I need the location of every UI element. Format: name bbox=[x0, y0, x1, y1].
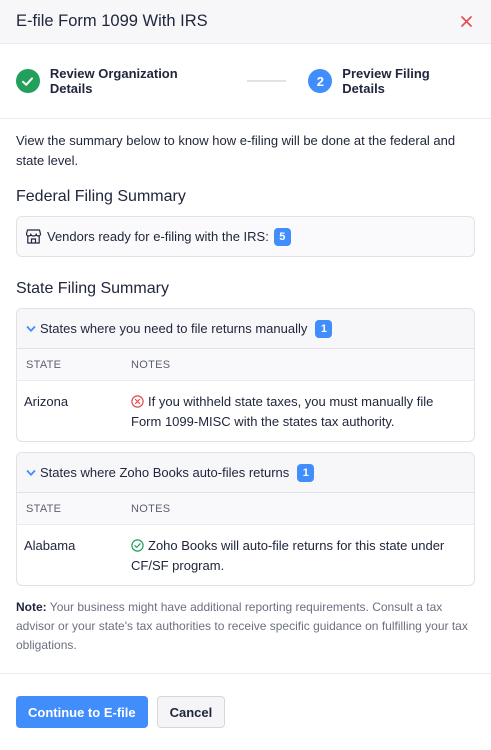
column-header-state: STATE bbox=[26, 502, 62, 515]
manual-states-count-badge: 1 bbox=[315, 319, 333, 338]
vendors-count-badge: 5 bbox=[273, 227, 291, 246]
table-header: STATE NOTES bbox=[17, 493, 474, 525]
chevron-down-icon bbox=[26, 469, 36, 476]
error-circle-icon bbox=[131, 395, 144, 408]
state-cell: Arizona bbox=[24, 394, 69, 409]
step-label: Preview Filing Details bbox=[342, 66, 430, 96]
federal-summary-box: Vendors ready for e-filing with the IRS:… bbox=[16, 216, 475, 257]
progress-stepper: Review Organization Details 2 Preview Fi… bbox=[0, 44, 491, 119]
step-number: 2 bbox=[308, 69, 333, 93]
step-preview-filing[interactable]: 2 Preview Filing Details bbox=[308, 66, 475, 96]
column-header-state: STATE bbox=[26, 358, 62, 371]
modal-title: E-file Form 1099 With IRS bbox=[16, 12, 208, 30]
modal-footer: Continue to E-file Cancel bbox=[0, 673, 491, 750]
continue-efile-button[interactable]: Continue to E-file bbox=[16, 696, 148, 728]
state-summary-title: State Filing Summary bbox=[16, 280, 169, 297]
efile-modal: E-file Form 1099 With IRS Review Organiz… bbox=[0, 0, 491, 750]
intro-text: View the summary below to know how e-fil… bbox=[16, 133, 456, 168]
table-header: STATE NOTES bbox=[17, 349, 474, 381]
step-label: Review Organization Details bbox=[49, 66, 178, 96]
column-header-notes: NOTES bbox=[131, 502, 171, 515]
chevron-down-icon bbox=[26, 325, 36, 332]
auto-states-card: States where Zoho Books auto-files retur… bbox=[16, 452, 475, 586]
step-connector bbox=[246, 80, 287, 82]
check-circle-outline-icon bbox=[131, 539, 144, 552]
step-review-organization[interactable]: Review Organization Details bbox=[16, 66, 223, 96]
manual-states-heading: States where you need to file returns ma… bbox=[40, 321, 308, 336]
note-label: Note: bbox=[16, 600, 47, 614]
note-text: If you withheld state taxes, you must ma… bbox=[131, 394, 434, 429]
state-cell: Alabama bbox=[24, 538, 76, 553]
auto-states-heading: States where Zoho Books auto-files retur… bbox=[40, 465, 290, 480]
modal-header: E-file Form 1099 With IRS bbox=[0, 0, 491, 44]
modal-body: View the summary below to know how e-fil… bbox=[0, 131, 491, 655]
auto-states-count-badge: 1 bbox=[297, 463, 315, 482]
note-text: Zoho Books will auto-file returns for th… bbox=[131, 538, 445, 573]
manual-states-toggle[interactable]: States where you need to file returns ma… bbox=[17, 309, 474, 349]
auto-states-toggle[interactable]: States where Zoho Books auto-files retur… bbox=[17, 453, 474, 493]
notes-cell: If you withheld state taxes, you must ma… bbox=[131, 392, 474, 432]
column-header-notes: NOTES bbox=[131, 358, 171, 371]
reporting-note: Note: Your business might have additiona… bbox=[16, 598, 475, 655]
table-row: Arizona If you withheld state taxes, you… bbox=[17, 381, 474, 441]
note-body: Your business might have additional repo… bbox=[16, 600, 468, 652]
manual-states-card: States where you need to file returns ma… bbox=[16, 308, 475, 442]
check-circle-icon bbox=[16, 69, 40, 93]
table-row: Alabama Zoho Books will auto-file return… bbox=[17, 525, 474, 585]
federal-summary-title: Federal Filing Summary bbox=[16, 188, 186, 205]
federal-vendors-text: Vendors ready for e-filing with the IRS: bbox=[47, 229, 269, 244]
notes-cell: Zoho Books will auto-file returns for th… bbox=[131, 536, 474, 576]
cancel-button[interactable]: Cancel bbox=[156, 696, 226, 728]
close-icon bbox=[460, 16, 472, 27]
close-button[interactable] bbox=[457, 13, 475, 31]
vendor-store-icon bbox=[25, 229, 42, 244]
